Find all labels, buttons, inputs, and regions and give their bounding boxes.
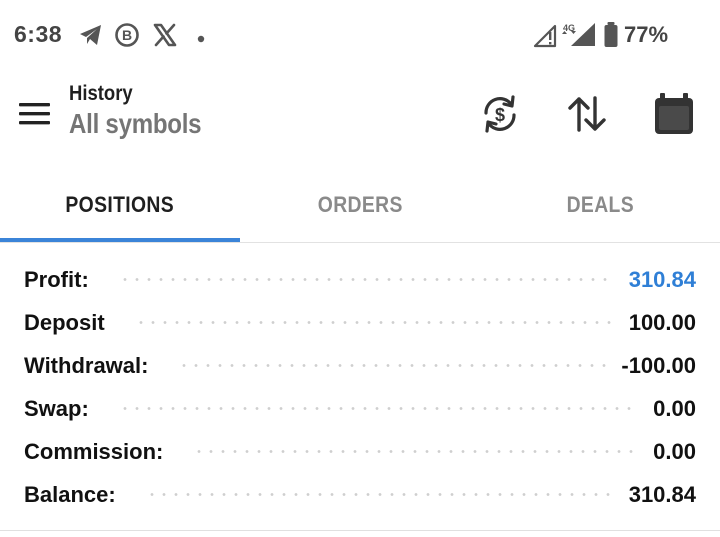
summary-label: Commission: [24,438,164,464]
status-time: 6:38 [14,21,63,47]
summary-value: 310.84 [628,266,696,292]
tab-orders[interactable]: ORDERS [240,168,480,242]
summary-row-balance: Balance: 310.84 [24,473,696,516]
symbol-filter-label: All symbols [69,108,202,139]
tab-deals-label: DEALS [566,192,634,217]
summary-value: 100.00 [628,309,696,335]
calendar-icon [655,93,693,134]
dotted-leader [118,407,640,410]
page-title: History [69,82,133,105]
summary-value: 0.00 [653,395,696,421]
b-circle-icon: B [114,22,140,53]
tab-positions[interactable]: POSITIONS [0,168,240,242]
sort-icon [568,96,606,132]
summary-label: Withdrawal: [24,352,149,378]
calendar-button[interactable] [650,90,698,138]
svg-text:B: B [122,27,132,43]
svg-text:$: $ [495,105,505,125]
status-bar: 6:38 B 4G 77% [0,0,720,72]
battery-icon [603,21,619,54]
summary-value: -100.00 [621,352,696,378]
dotted-leader [134,321,615,324]
summary-row-swap: Swap: 0.00 [24,387,696,430]
menu-button[interactable] [15,96,55,136]
active-tab-indicator [0,238,240,242]
summary-label: Profit: [24,266,89,292]
signal-icon: 4G [533,21,597,54]
summary-row-profit: Profit: 310.84 [24,258,696,301]
dotted-leader [145,493,615,496]
summary-label: Balance: [24,481,116,507]
dotted-leader [193,450,640,453]
summary-row-deposit: Deposit 100.00 [24,301,696,344]
screen: 6:38 B 4G 77% History All symbols $ POSI… [0,0,720,537]
summary-label: Swap: [24,395,89,421]
title-block[interactable]: History All symbols [69,82,223,140]
tab-orders-label: ORDERS [317,192,403,217]
currency-exchange-icon: $ [484,95,516,133]
tab-positions-label: POSITIONS [65,192,175,217]
summary-value: 0.00 [653,438,696,464]
tab-deals[interactable]: DEALS [480,168,720,242]
currency-exchange-button[interactable]: $ [476,90,524,138]
bottom-divider [0,530,720,531]
summary-value: 310.84 [628,481,696,507]
summary-row-withdrawal: Withdrawal: -100.00 [24,344,696,387]
sort-button[interactable] [563,90,611,138]
x-logo-icon [152,22,178,53]
summary-label: Deposit [24,309,105,335]
telegram-icon [78,22,104,53]
tab-bar: POSITIONS ORDERS DEALS [0,168,720,243]
battery-percent: 77% [624,22,669,47]
dotted-leader [118,278,615,281]
summary-panel: Profit: 310.84 Deposit 100.00 Withdrawal… [24,258,696,516]
notification-dot-icon [196,31,206,49]
dotted-leader [178,364,608,367]
summary-row-commission: Commission: 0.00 [24,430,696,473]
menu-icon [19,103,50,125]
